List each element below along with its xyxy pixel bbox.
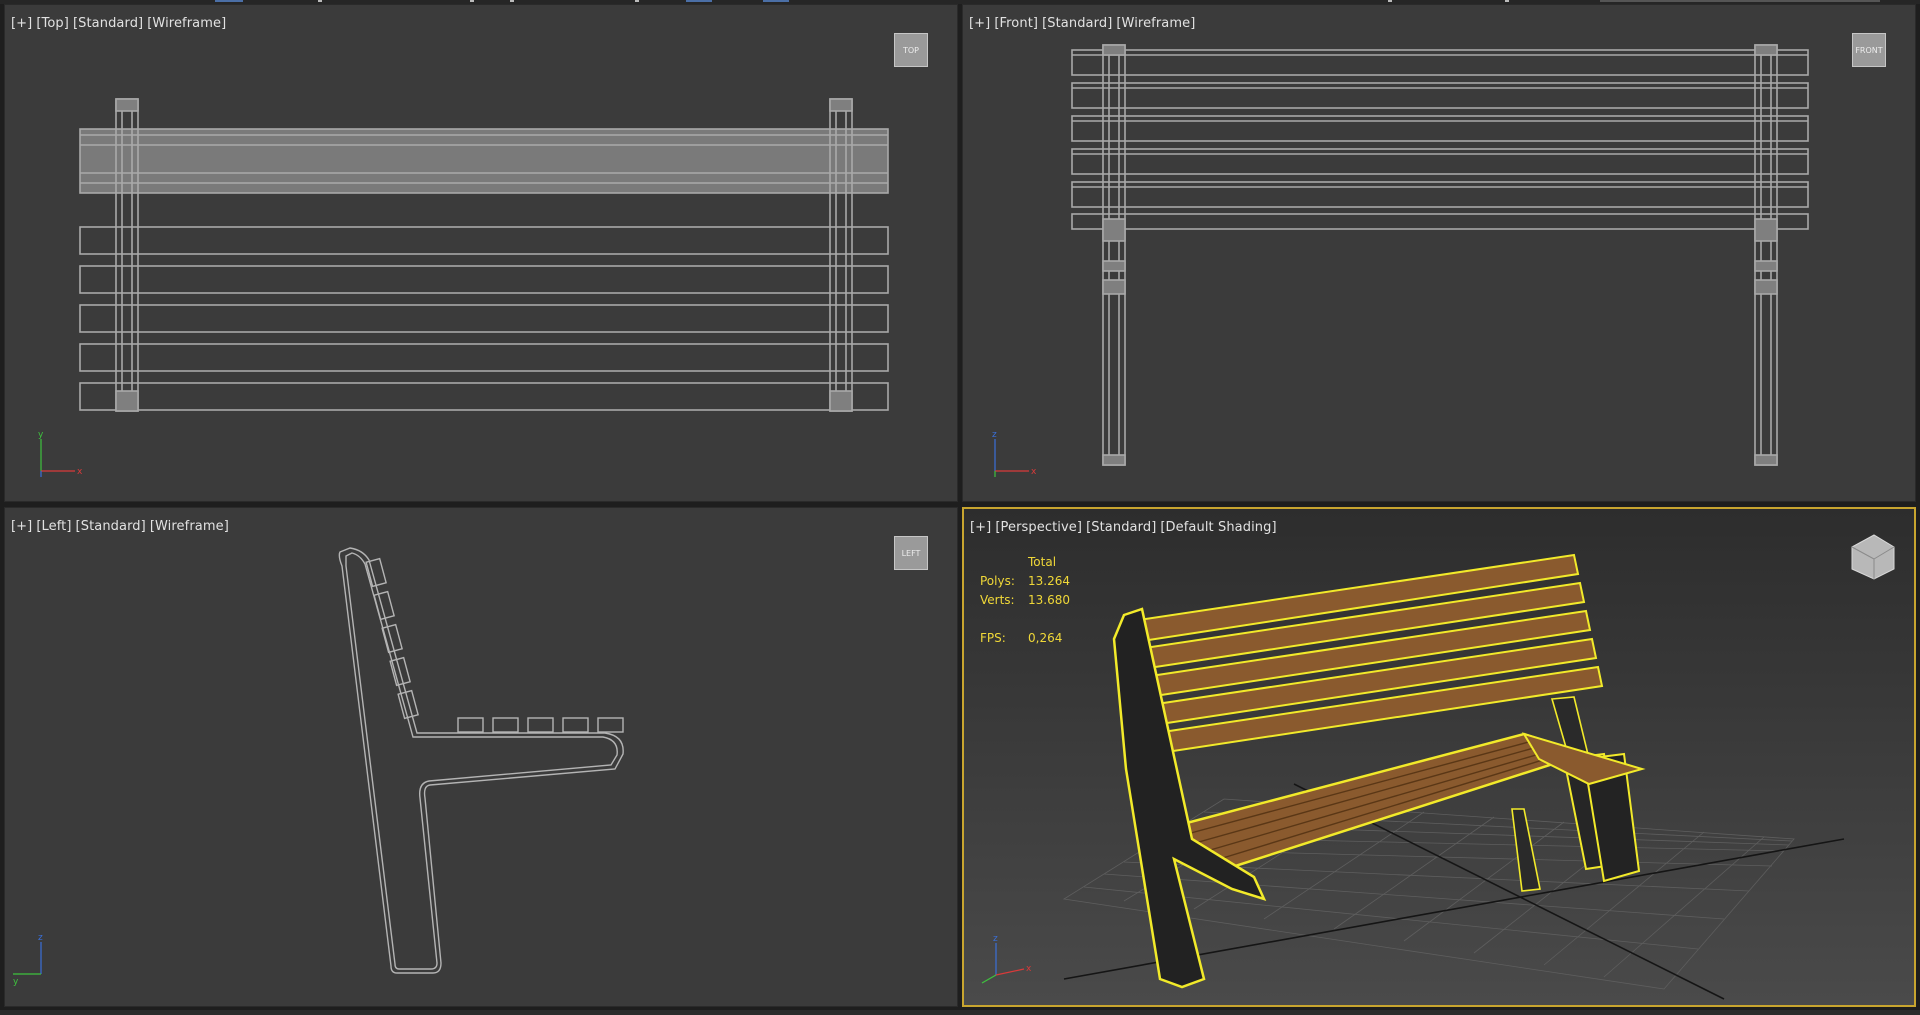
backrest-slat bbox=[1071, 148, 1809, 175]
backrest-slat bbox=[1071, 181, 1809, 208]
seat-slat bbox=[79, 226, 889, 255]
backrest-slat bbox=[1071, 49, 1809, 76]
axis-tripod-icon: y x bbox=[38, 430, 83, 477]
bottom-status-strip bbox=[0, 1010, 1920, 1015]
viewport-perspective[interactable]: [+] [Perspective] [Standard] [Default Shadi… bbox=[962, 507, 1916, 1007]
seat-slat bbox=[79, 304, 889, 333]
svg-text:z: z bbox=[993, 934, 998, 944]
bench-leg-right bbox=[1511, 808, 1541, 892]
seat-slat bbox=[79, 382, 889, 411]
leg-foot bbox=[1102, 454, 1126, 466]
viewport-left[interactable]: [+][Left][Standard][Wireframe] LEFT z bbox=[4, 507, 958, 1007]
leg-joint bbox=[1102, 279, 1126, 295]
axis-tripod-icon: z y bbox=[13, 933, 43, 987]
slat-section bbox=[492, 717, 519, 733]
toolbar-tick bbox=[1388, 0, 1392, 2]
axis-tripod-icon: z x bbox=[992, 430, 1037, 477]
frame-cap bbox=[829, 98, 853, 112]
viewport-top[interactable]: [+] [Top] [Standard] [Wireframe] TOP y x bbox=[4, 4, 958, 502]
toolbar-highlight bbox=[686, 0, 712, 2]
viewcube-icon[interactable] bbox=[1851, 534, 1895, 580]
svg-text:x: x bbox=[77, 467, 83, 477]
svg-text:z: z bbox=[38, 933, 43, 943]
axis-tripod-icon: z x bbox=[981, 934, 1032, 984]
toolbar-segment bbox=[1600, 0, 1880, 2]
slat-section bbox=[457, 717, 484, 733]
leg-joint bbox=[1754, 218, 1778, 242]
seat-slat bbox=[79, 343, 889, 372]
perspective-bench-render: z x bbox=[981, 534, 1895, 1000]
toolbar-tick bbox=[510, 0, 514, 2]
frame-foot bbox=[829, 390, 853, 412]
toolbar-tick bbox=[1505, 0, 1509, 2]
svg-text:y: y bbox=[38, 430, 44, 440]
side-frame-outer bbox=[338, 547, 624, 974]
bench-backrest bbox=[1130, 553, 1604, 755]
leg-joint bbox=[1754, 279, 1778, 295]
leg-joint bbox=[1754, 260, 1778, 272]
backrest-slat bbox=[1071, 115, 1809, 142]
left-wireframe-bench: z y bbox=[13, 547, 624, 987]
toolbar-highlight bbox=[215, 0, 243, 2]
toolbar-tick bbox=[470, 0, 474, 2]
backrest-slat-sections bbox=[365, 557, 419, 720]
toolbar-tick bbox=[635, 0, 639, 2]
slat-section bbox=[562, 717, 589, 733]
viewport-front[interactable]: [+][Front][Standard][Wireframe] FRONT bbox=[962, 4, 1916, 502]
svg-text:z: z bbox=[992, 430, 997, 440]
leg-joint bbox=[1102, 260, 1126, 272]
svg-text:x: x bbox=[1026, 964, 1032, 974]
slat-section bbox=[381, 623, 403, 654]
slat-section bbox=[527, 717, 554, 733]
side-frame-inner bbox=[345, 552, 618, 970]
leg-joint bbox=[1102, 218, 1126, 242]
svg-text:x: x bbox=[1031, 467, 1037, 477]
seat-slat-sections bbox=[457, 717, 624, 733]
leg-foot bbox=[1754, 454, 1778, 466]
toolbar-tick bbox=[318, 0, 322, 2]
seat-front-edge bbox=[1071, 213, 1809, 230]
seat-slat bbox=[79, 265, 889, 294]
leg-cap bbox=[1754, 44, 1778, 56]
backrest-slat bbox=[1071, 82, 1809, 109]
leg-cap bbox=[1102, 44, 1126, 56]
front-wireframe-bench: z x bbox=[992, 44, 1809, 477]
svg-text:y: y bbox=[13, 977, 19, 987]
top-wireframe-bench: y x bbox=[38, 98, 889, 477]
toolbar-highlight bbox=[763, 0, 789, 2]
frame-cap bbox=[115, 98, 139, 112]
slat-section bbox=[597, 717, 624, 733]
frame-foot bbox=[115, 390, 139, 412]
